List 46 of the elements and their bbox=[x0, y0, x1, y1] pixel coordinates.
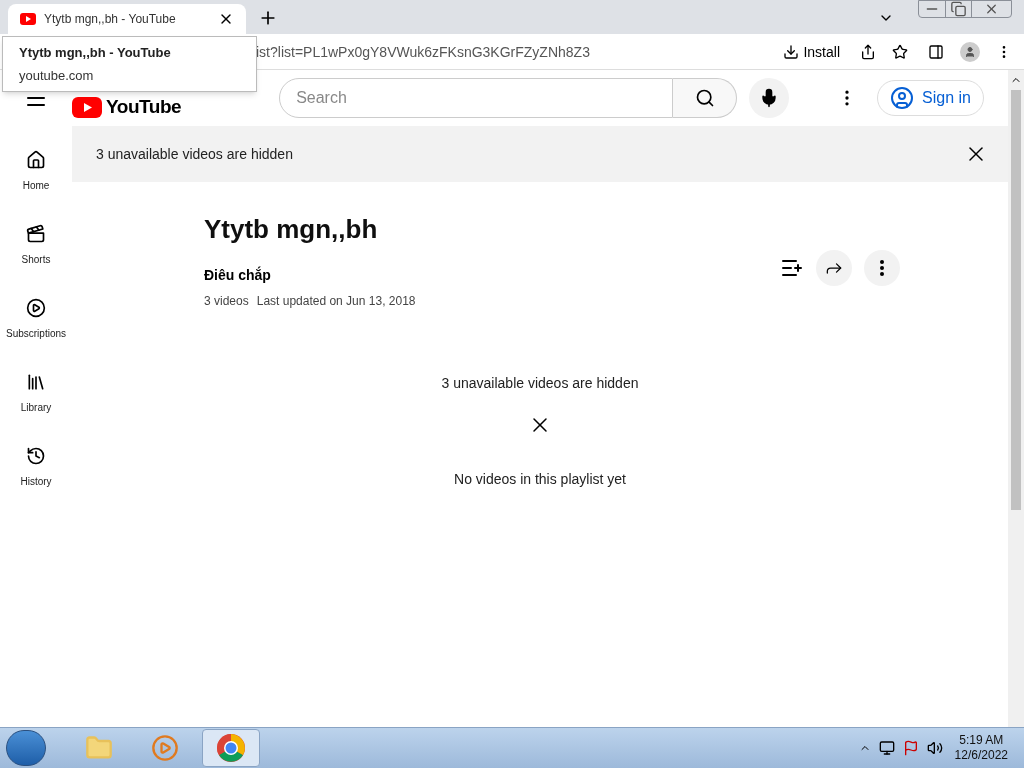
taskbar-app[interactable] bbox=[202, 729, 260, 767]
last-updated: Last updated on Jun 13, 2018 bbox=[256, 293, 416, 309]
subscriptions-icon bbox=[26, 297, 46, 318]
tab-title: Ytytb mgn,,bh - YouTube bbox=[44, 11, 177, 27]
volume-icon[interactable] bbox=[926, 740, 943, 756]
tooltip-title: Ytytb mgn,,bh - YouTube bbox=[19, 43, 172, 62]
clock[interactable]: 5:19 AM 12/6/2022 bbox=[954, 733, 1008, 763]
home-icon bbox=[26, 149, 46, 170]
sidebar-item[interactable]: History bbox=[0, 430, 72, 504]
empty-message: No videos in this playlist yet bbox=[454, 470, 626, 489]
sidebar-item[interactable]: Library bbox=[0, 356, 72, 430]
voice-search-button[interactable] bbox=[749, 78, 790, 118]
chrome-icon bbox=[216, 733, 246, 763]
share-icon[interactable] bbox=[860, 43, 876, 60]
video-count: 3 videos bbox=[204, 293, 249, 309]
install-icon[interactable] bbox=[783, 43, 800, 60]
browser-tab[interactable]: Ytytb mgn,,bh - YouTube bbox=[8, 4, 246, 34]
playlist-title: Ytytb mgn,,bh bbox=[204, 213, 379, 246]
start-button[interactable] bbox=[6, 730, 46, 766]
sidebar-item[interactable]: Shorts bbox=[0, 208, 72, 282]
sidebar-item[interactable]: Subscriptions bbox=[0, 282, 72, 356]
hidden-videos-text: 3 unavailable videos are hidden bbox=[441, 374, 639, 393]
profile-icon[interactable] bbox=[960, 41, 980, 62]
network-icon[interactable] bbox=[878, 740, 895, 756]
side-panel-icon[interactable] bbox=[928, 43, 944, 60]
youtube-favicon-icon bbox=[20, 13, 36, 25]
search-button[interactable] bbox=[673, 78, 738, 118]
bookmark-icon[interactable] bbox=[892, 43, 908, 60]
media-player-icon bbox=[151, 734, 179, 762]
more-button[interactable] bbox=[864, 250, 900, 286]
playlist-owner[interactable]: Điêu chắp bbox=[204, 265, 780, 285]
youtube-logo-icon bbox=[72, 96, 102, 118]
tooltip-url: youtube.com bbox=[19, 67, 95, 85]
notice-text: 3 unavailable videos are hidden bbox=[96, 145, 294, 164]
address-field[interactable]: ist?list=PL1wPx0gY8VWuk6zFKsnG3KGrFZyZNh8Z3 bbox=[256, 41, 784, 62]
install-button[interactable]: Install bbox=[803, 41, 840, 62]
action-center-icon[interactable] bbox=[902, 740, 919, 756]
search-icon bbox=[694, 88, 715, 108]
more-icon bbox=[880, 260, 884, 276]
scrollbar[interactable] bbox=[1008, 70, 1024, 727]
logo-text: YouTube bbox=[106, 94, 182, 119]
history-icon bbox=[26, 445, 46, 466]
sidebar-item[interactable]: Home bbox=[0, 134, 72, 208]
account-icon bbox=[890, 86, 915, 110]
share-button[interactable] bbox=[816, 250, 852, 286]
folder-icon bbox=[85, 734, 113, 762]
